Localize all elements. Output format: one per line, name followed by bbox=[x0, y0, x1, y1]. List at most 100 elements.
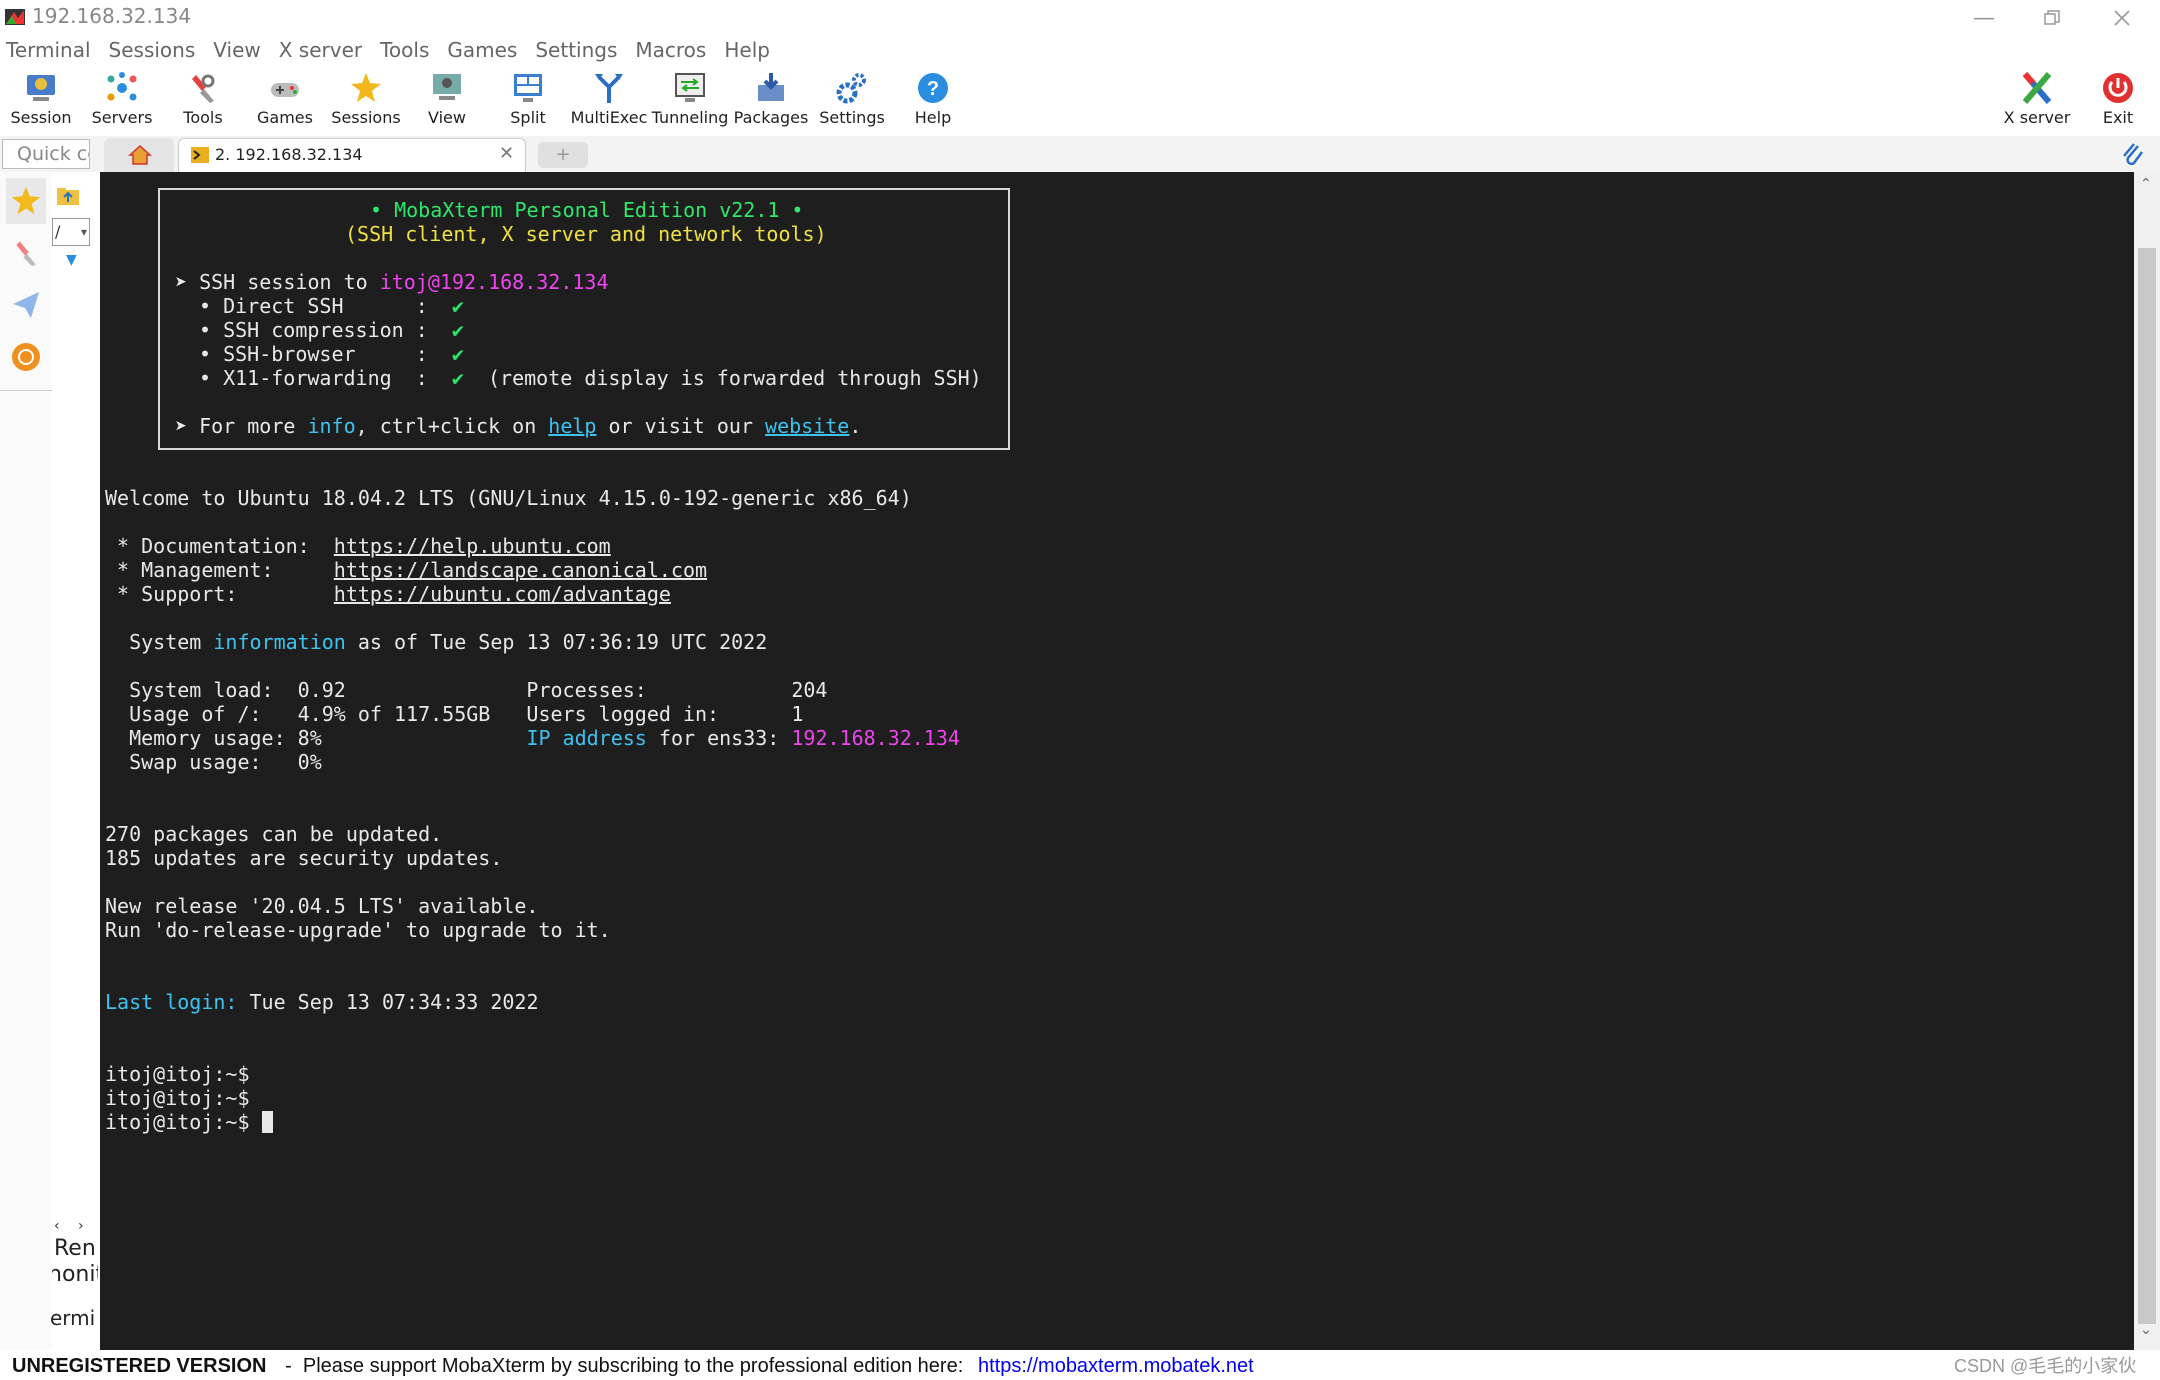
power-icon bbox=[2100, 70, 2136, 106]
menu-x-server[interactable]: X server bbox=[273, 36, 374, 64]
info-link[interactable]: info bbox=[307, 414, 355, 438]
management-link-line: * Management: https://landscape.canonica… bbox=[105, 558, 708, 582]
help-button[interactable]: ? Help bbox=[893, 66, 973, 132]
quick-connect-input[interactable]: Quick connect... bbox=[2, 139, 90, 169]
release-line: Run 'do-release-upgrade' to upgrade to i… bbox=[105, 918, 611, 942]
sysinfo-line: System information as of Tue Sep 13 07:3… bbox=[105, 630, 768, 654]
menu-settings[interactable]: Settings bbox=[529, 36, 629, 64]
close-tab-icon[interactable]: ✕ bbox=[499, 143, 514, 164]
games-icon bbox=[267, 70, 303, 106]
sidepanel-tab-label[interactable]: ermi bbox=[50, 1306, 98, 1330]
unregistered-label: UNREGISTERED VERSION bbox=[12, 1355, 267, 1377]
banner-session-line: ➤ SSH session to itoj@192.168.32.134 bbox=[175, 270, 609, 294]
menu-games[interactable]: Games bbox=[441, 36, 529, 64]
scroll-left-icon[interactable]: ‹ bbox=[54, 1218, 60, 1234]
packages-icon bbox=[753, 70, 789, 106]
sidepanel-labels: Ren nonit bbox=[52, 1236, 98, 1287]
split-button[interactable]: Split bbox=[488, 66, 568, 132]
servers-button[interactable]: Servers bbox=[82, 66, 162, 132]
stats-row: System load: 0.92 Processes: 204 bbox=[105, 678, 828, 702]
prompt-line: itoj@itoj:~$ bbox=[105, 1086, 262, 1110]
status-bar: UNREGISTERED VERSION - Please support Mo… bbox=[0, 1352, 2160, 1380]
tools-icon bbox=[185, 70, 221, 106]
servers-icon bbox=[104, 70, 140, 106]
doc-link[interactable]: https://help.ubuntu.com bbox=[334, 534, 611, 558]
svg-text:?: ? bbox=[927, 78, 939, 100]
caret-down-icon[interactable]: ▼ bbox=[66, 252, 77, 268]
feature-ssh-browser: • SSH-browser : ✔ bbox=[199, 342, 464, 366]
sidebar-globe-button[interactable] bbox=[6, 334, 46, 380]
view-button[interactable]: View bbox=[407, 66, 487, 132]
session-icon bbox=[23, 70, 59, 106]
support-message: - Please support MobaXterm by subscribin… bbox=[274, 1355, 975, 1377]
scroll-up-icon[interactable]: ⌃ bbox=[2140, 176, 2152, 192]
xserver-icon bbox=[2019, 70, 2055, 106]
scrollbar-thumb[interactable] bbox=[2138, 248, 2156, 1324]
prompt-line: itoj@itoj:~$ bbox=[105, 1062, 262, 1086]
scroll-right-icon[interactable]: › bbox=[78, 1218, 84, 1234]
tunneling-button[interactable]: Tunneling bbox=[650, 66, 730, 132]
release-line: New release '20.04.5 LTS' available. bbox=[105, 894, 539, 918]
support-link[interactable]: https://ubuntu.com/advantage bbox=[334, 582, 671, 606]
settings-button[interactable]: Settings bbox=[812, 66, 892, 132]
games-button[interactable]: Games bbox=[245, 66, 325, 132]
menu-help[interactable]: Help bbox=[718, 36, 782, 64]
mobaxterm-logo-icon bbox=[5, 9, 25, 25]
feature-x11-forwarding: • X11-forwarding : ✔ (remote display is … bbox=[199, 366, 982, 390]
split-icon bbox=[510, 70, 546, 106]
tab-session[interactable]: 2. 192.168.32.134 ✕ bbox=[178, 138, 526, 172]
tools-button[interactable]: Tools bbox=[163, 66, 243, 132]
xserver-button[interactable]: X server bbox=[1997, 66, 2077, 132]
settings-icon bbox=[834, 70, 870, 106]
plus-icon: + bbox=[555, 144, 571, 165]
management-link[interactable]: https://landscape.canonical.com bbox=[334, 558, 707, 582]
menu-tools[interactable]: Tools bbox=[374, 36, 441, 64]
updates-line: 185 updates are security updates. bbox=[105, 846, 503, 870]
mobatek-link[interactable]: https://mobaxterm.mobatek.net bbox=[978, 1352, 1254, 1380]
exit-button[interactable]: Exit bbox=[2078, 66, 2158, 132]
menu-view[interactable]: View bbox=[207, 36, 272, 64]
terminal-view[interactable]: • MobaXterm Personal Edition v22.1 • (SS… bbox=[100, 172, 2134, 1350]
sidebar-tools-button[interactable] bbox=[6, 230, 46, 276]
help-link[interactable]: help bbox=[548, 414, 596, 438]
menu-bar: Terminal Sessions View X server Tools Ga… bbox=[0, 36, 2160, 64]
path-select[interactable]: / ▾ bbox=[52, 218, 90, 246]
sidebar-send-button[interactable] bbox=[6, 282, 46, 328]
last-login-line: Last login: Tue Sep 13 07:34:33 2022 bbox=[105, 990, 539, 1014]
minimize-button[interactable]: — bbox=[1952, 0, 2016, 36]
restore-button[interactable] bbox=[2020, 0, 2084, 36]
star-icon bbox=[11, 186, 41, 215]
new-tab-button[interactable]: + bbox=[538, 142, 588, 168]
terminal-tab-icon bbox=[191, 147, 209, 163]
restore-icon bbox=[2044, 10, 2060, 25]
multiexec-button[interactable]: MultiExec bbox=[569, 66, 649, 132]
feature-ssh-compression: • SSH compression : ✔ bbox=[199, 318, 464, 342]
chevron-down-icon: ▾ bbox=[80, 225, 87, 239]
welcome-line: Welcome to Ubuntu 18.04.2 LTS (GNU/Linux… bbox=[105, 486, 912, 510]
home-icon bbox=[128, 144, 152, 165]
home-tab[interactable] bbox=[104, 138, 174, 172]
view-icon bbox=[429, 70, 465, 106]
swap-line: Swap usage: 0% bbox=[105, 750, 322, 774]
menu-terminal[interactable]: Terminal bbox=[0, 36, 103, 64]
scroll-down-icon[interactable]: ⌄ bbox=[2140, 1322, 2152, 1338]
menu-macros[interactable]: Macros bbox=[629, 36, 718, 64]
sidebar-divider bbox=[0, 390, 52, 391]
banner-title: • MobaXterm Personal Edition v22.1 • bbox=[370, 198, 804, 222]
paperclip-icon[interactable] bbox=[2120, 140, 2146, 168]
tools-icon bbox=[16, 241, 36, 267]
globe-icon bbox=[12, 343, 40, 371]
folder-up-icon[interactable] bbox=[56, 186, 80, 206]
website-link[interactable]: website bbox=[765, 414, 849, 438]
updates-line: 270 packages can be updated. bbox=[105, 822, 443, 846]
banner-more-info-line: ➤ For more info, ctrl+click on help or v… bbox=[175, 414, 862, 438]
close-window-button[interactable] bbox=[2090, 0, 2154, 36]
sessions-button[interactable]: Sessions bbox=[326, 66, 406, 132]
packages-button[interactable]: Packages bbox=[731, 66, 811, 132]
close-icon bbox=[2114, 10, 2130, 26]
sidebar-sessions-button[interactable] bbox=[6, 178, 46, 224]
help-icon: ? bbox=[915, 70, 951, 106]
star-icon bbox=[348, 70, 384, 106]
session-button[interactable]: Session bbox=[1, 66, 81, 132]
menu-sessions[interactable]: Sessions bbox=[103, 36, 208, 64]
